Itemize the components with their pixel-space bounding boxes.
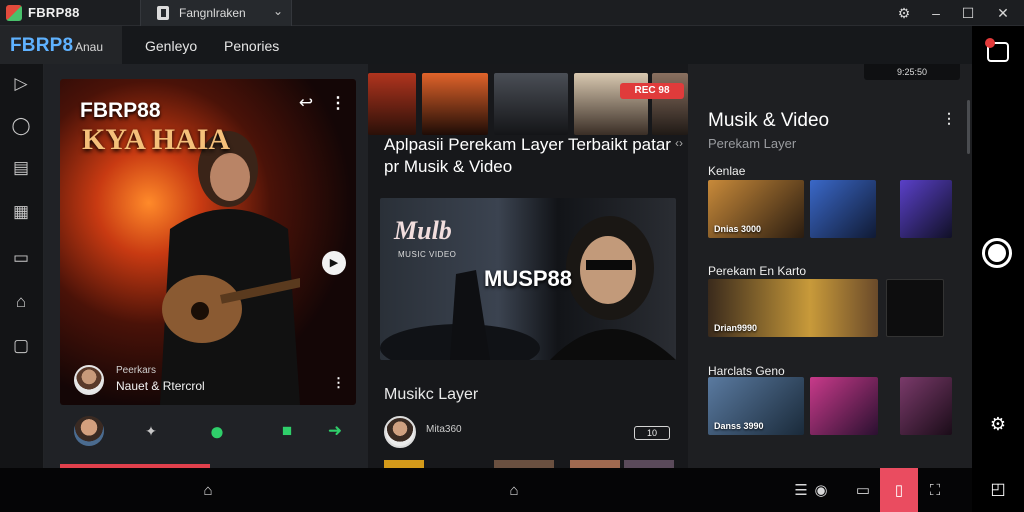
bell-icon[interactable]: ⌂ [11,292,31,312]
thumbnail[interactable] [810,180,876,238]
featured-card[interactable]: FBRP88 KYA HAIA ↩ ⋮ ▶ Peerkars Nauet & R… [60,79,356,405]
home-icon[interactable]: ⌂ [503,480,525,502]
article-title[interactable]: Aplpasii Perekam Layer Terbaikt patar pr… [384,134,684,178]
chevron-right-icon[interactable]: ‹› [675,136,683,150]
section-label: Harclats Geno [708,364,785,378]
more-options-icon[interactable]: ⋮ [330,93,346,113]
settings-icon[interactable]: ⚙ [893,2,915,24]
logo-text: FBRP8 [10,35,74,56]
active-tab-highlight[interactable]: ▯ [880,468,918,512]
title-bar: FBRP88 Fangnlraken ⌄ ⚙ – ☐ ✕ [0,0,1024,26]
nav-link-penories[interactable]: Penories [224,38,279,54]
thumbnail[interactable] [422,73,488,135]
thumbnail[interactable]: Dnias 3000 [708,180,804,238]
window-icon[interactable]: ◰ [986,478,1010,502]
window-icon[interactable]: ▢ [11,336,31,356]
thumbnail[interactable] [368,73,416,135]
panel-title: Musik & Video [708,110,830,131]
recording-badge: REC 98 [620,83,684,99]
side-panel: 9:25:50 Musik & Video Perekam Layer ⋮ Ke… [688,64,972,468]
tab-app-icon [157,6,169,20]
app-logo-icon [6,5,22,21]
record-icon[interactable] [985,38,1010,64]
video-logo-subtitle: MUSIC VIDEO [398,250,457,259]
thumbnail-caption: Drian9990 [714,323,758,333]
featured-brand: FBRP88 [80,99,161,122]
document-icon[interactable]: ▭ [11,248,31,268]
featured-headline: KYA HAIA [82,123,231,156]
more-options-icon[interactable]: ⋮ [332,375,345,391]
username[interactable]: Mita360 [426,424,462,435]
tab-title: Fangnlraken [179,6,246,20]
avatar[interactable] [74,365,104,395]
section-label: Kenlae [708,164,746,178]
maximize-icon[interactable]: ☐ [957,2,979,24]
thumbnail[interactable] [886,279,944,337]
featured-caption-small: Peerkars [116,365,157,376]
article-column: REC 98 Aplpasii Perekam Layer Terbaikt p… [368,64,688,468]
left-sidebar: ▷ ◯ ▤ ▦ ▭ ⌂ ▢ [0,64,44,468]
record-icon[interactable]: ◉ [810,480,832,502]
right-rail: ⚙ ◰ [972,26,1024,512]
thumbnail[interactable] [900,180,952,238]
thumbnail-strip [384,460,674,468]
minimize-icon[interactable]: – [925,2,947,24]
chevron-down-icon[interactable]: ⌄ [273,4,283,18]
forward-arrow-icon[interactable]: ➜ [320,416,350,446]
share-icon[interactable]: ↩ [296,93,316,113]
panel-subtitle: Perekam Layer [708,136,797,151]
status-indicator: 9:25:50 [864,64,960,80]
grid-icon[interactable]: ▦ [11,202,31,222]
featured-caption: Nauet & Rtercrol [116,379,205,393]
close-icon[interactable]: ✕ [992,2,1014,24]
video-logo: Mulb [394,216,452,245]
thumbnail[interactable] [494,73,568,135]
home-icon[interactable]: ⌂ [197,480,219,502]
play-icon[interactable]: ▶ [322,251,346,275]
message-icon[interactable]: ▭ [852,480,874,502]
thumbnail[interactable]: Danss 3990 [708,377,804,435]
list-icon[interactable]: ☰ [790,480,812,502]
app-name: FBRP88 [28,5,80,20]
section-title: Musikc Layer [384,386,479,403]
logo-subtitle: Anau [75,40,104,54]
settings-icon[interactable]: ⚙ [986,412,1010,436]
section-label: Perekam En Karto [708,264,807,278]
video-player[interactable]: Mulb MUSIC VIDEO MUSP88 [380,198,676,360]
more-options-icon[interactable]: ⋮ [942,110,956,127]
avatar[interactable] [384,416,416,448]
action-row: ✦ ● ■ ➜ [60,416,356,450]
thumbnail-strip: REC 98 [368,73,688,135]
top-navigation: FBRP8 Anau Genleyo Penories [0,26,972,64]
bottom-navigation: ⌂ ⌂ ☰ ◉ ▭ ▯ ⛶ [0,468,972,512]
thumbnail[interactable]: Drian9990 [708,279,878,337]
nav-link-genleyo[interactable]: Genleyo [145,38,197,54]
chat-icon[interactable]: ◯ [11,116,31,136]
thumbnail[interactable] [810,377,878,435]
logo-area[interactable]: FBRP8 Anau [0,26,122,64]
thumbnail-caption: Danss 3990 [714,421,764,431]
status-badge[interactable]: 10 [634,426,670,440]
guitarist-image [160,131,300,405]
thumbnail[interactable] [900,377,952,435]
fullscreen-icon[interactable]: ⛶ [924,480,946,502]
featured-column: FBRP88 KYA HAIA ↩ ⋮ ▶ Peerkars Nauet & R… [44,64,368,468]
video-icon[interactable]: ■ [272,416,302,446]
window-icon: ▯ [894,482,904,499]
scrollbar[interactable] [967,100,970,154]
play-icon[interactable]: ▷ [11,74,31,94]
main-content: FBRP88 KYA HAIA ↩ ⋮ ▶ Peerkars Nauet & R… [44,64,972,468]
window-tab[interactable]: Fangnlraken ⌄ [140,0,292,26]
chat-icon[interactable]: ● [202,416,232,446]
share-icon[interactable]: ✦ [136,416,166,446]
camera-shutter-icon[interactable] [982,238,1014,270]
video-watermark: MUSP88 [484,266,573,291]
thumbnail-caption: Dnias 3000 [714,224,762,234]
avatar[interactable] [74,416,104,446]
panel-icon[interactable]: ▤ [11,158,31,178]
